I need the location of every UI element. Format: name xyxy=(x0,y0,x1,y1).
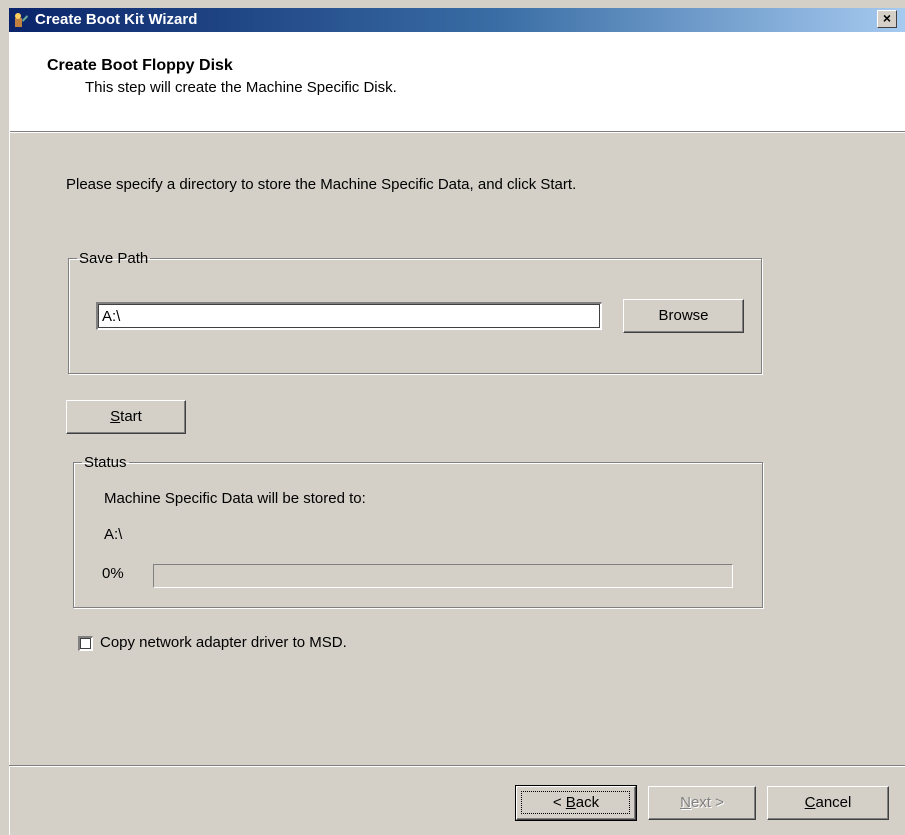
close-button[interactable]: × xyxy=(877,10,897,28)
status-message: Machine Specific Data will be stored to: xyxy=(104,490,366,507)
start-button[interactable]: Start xyxy=(66,400,186,434)
cancel-label: ancel xyxy=(815,794,852,811)
cancel-button[interactable]: Cancel xyxy=(767,786,889,820)
wizard-header: Create Boot Floppy Disk This step will c… xyxy=(9,32,905,132)
focus-ring xyxy=(521,791,630,814)
step-title: Create Boot Floppy Disk xyxy=(47,57,233,74)
header-divider xyxy=(9,132,905,133)
next-button[interactable]: Next > xyxy=(648,786,756,820)
window-left-edge xyxy=(9,32,10,835)
save-path-legend: Save Path xyxy=(79,250,149,267)
copy-driver-checkbox[interactable] xyxy=(78,636,93,651)
status-legend: Status xyxy=(84,454,127,471)
back-button[interactable]: < Back xyxy=(515,785,637,821)
close-icon: × xyxy=(882,10,892,26)
status-path: A:\ xyxy=(104,526,123,543)
title-bar: Create Boot Kit Wizard × xyxy=(9,8,905,32)
instructions-text: Please specify a directory to store the … xyxy=(66,176,577,193)
next-accelerator: N xyxy=(680,794,691,811)
start-accelerator: S xyxy=(110,408,121,425)
wizard-app-icon xyxy=(15,13,28,27)
start-label: tart xyxy=(120,408,142,425)
window-title: Create Boot Kit Wizard xyxy=(35,11,198,28)
progress-bar xyxy=(153,564,733,588)
step-description: This step will create the Machine Specif… xyxy=(85,79,397,96)
footer-divider-highlight xyxy=(9,766,905,767)
progress-percent: 0% xyxy=(102,565,124,582)
browse-button[interactable]: Browse xyxy=(623,299,744,333)
save-path-input[interactable] xyxy=(96,302,602,330)
cancel-accelerator: C xyxy=(804,794,816,811)
copy-driver-label[interactable]: Copy network adapter driver to MSD. xyxy=(100,634,347,651)
next-label: ext > xyxy=(690,794,724,811)
